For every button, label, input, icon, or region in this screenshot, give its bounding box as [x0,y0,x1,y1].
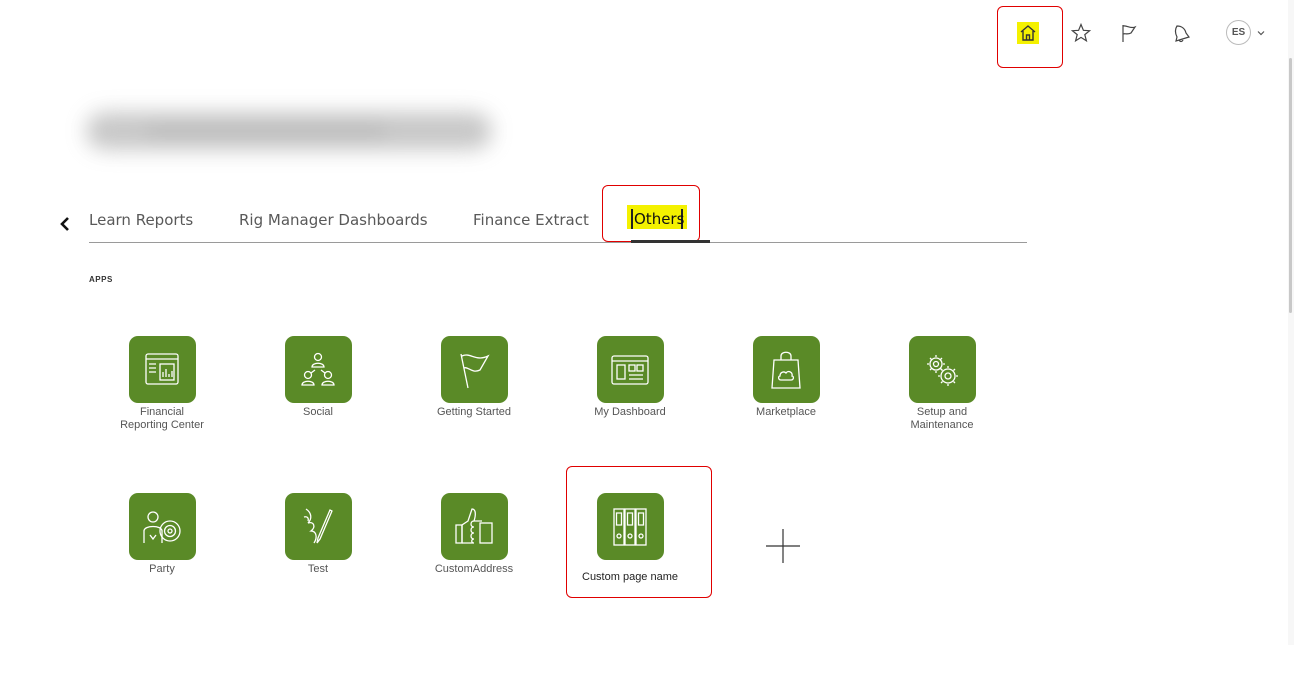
shopping-bag-icon [771,351,801,389]
app-tile [752,336,820,403]
favorites-button[interactable] [1066,18,1096,48]
avatar: ES [1226,20,1251,45]
app-label: Marketplace [756,406,816,418]
app-label: My Dashboard [594,406,666,418]
add-app-button[interactable] [762,525,804,567]
app-social[interactable]: Social [243,336,393,419]
bell-icon [1174,25,1190,43]
tab-rig-manager-dashboards[interactable]: Rig Manager Dashboards [239,211,428,229]
apps-heading: APPS [89,275,113,284]
app-label: Social [303,406,333,418]
app-setup-and-maintenance[interactable]: Setup and Maintenance [867,336,1017,432]
blurred-page-title [86,112,492,150]
tab-learn-reports[interactable]: Learn Reports [89,211,193,229]
flag-icon [460,353,490,388]
user-menu[interactable]: ES [1226,20,1266,45]
dashboard-icon [611,354,649,385]
active-tab-indicator [631,240,710,243]
app-tile [284,336,352,403]
tabs-divider [89,242,1027,243]
app-tile [596,493,664,560]
report-icon [145,352,179,385]
home-icon [1020,25,1036,41]
app-tile [908,336,976,403]
pen-icon [303,507,333,543]
app-tile [440,493,508,560]
app-tile [128,336,196,403]
binders-icon [613,507,647,546]
app-tile [128,493,196,560]
app-customaddress[interactable]: CustomAddress [399,493,549,576]
watchlist-button[interactable] [1114,18,1144,48]
notifications-button[interactable] [1166,18,1196,48]
app-marketplace[interactable]: Marketplace [711,336,861,419]
app-financial-reporting-center[interactable]: Financial Reporting Center [87,336,237,432]
app-my-dashboard[interactable]: My Dashboard [555,336,705,419]
app-test[interactable]: Test [243,493,393,576]
app-custom-page-name[interactable]: Custom page name [555,493,705,584]
app-getting-started[interactable]: Getting Started [399,336,549,419]
app-label: Getting Started [437,406,511,418]
app-label: Test [307,563,329,575]
app-label: Custom page name [582,571,678,583]
people-network-icon [301,352,335,386]
app-label: CustomAddress [434,563,514,575]
gears-icon [927,354,958,386]
flag-icon [1122,25,1137,42]
app-label: Financial Reporting Center [120,406,204,432]
app-party[interactable]: Party [87,493,237,576]
chevron-left-icon [60,217,69,231]
app-tile [596,336,664,403]
thumbs-up-icon [455,507,493,544]
chevron-down-icon [1257,30,1265,35]
scrollbar-thumb[interactable] [1289,58,1292,313]
tab-others[interactable]: Others [634,210,684,228]
app-tile [440,336,508,403]
app-label: Party [149,563,175,575]
tab-finance-extract[interactable]: Finance Extract [473,211,589,229]
home-button[interactable] [1013,18,1043,48]
star-icon [1070,22,1092,43]
app-label: Setup and Maintenance [910,406,974,432]
app-tile [284,493,352,560]
tabs-scroll-left-button[interactable] [56,213,74,235]
party-icon [143,510,181,543]
plus-icon [766,529,800,563]
